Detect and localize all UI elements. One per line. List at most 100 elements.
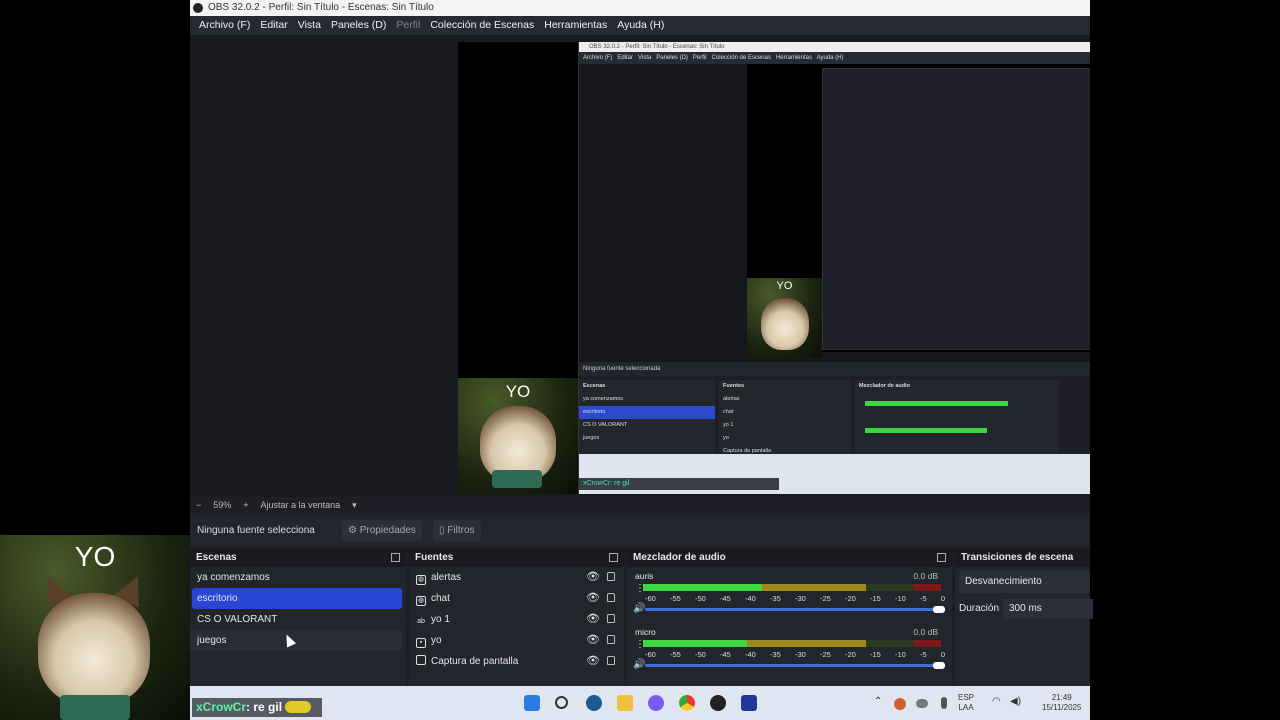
obs-icon[interactable] xyxy=(710,695,726,711)
meter-tick-label: -5 xyxy=(920,594,927,603)
source-item[interactable]: ◍ chat 👁 xyxy=(409,588,624,609)
source-item[interactable]: ab yo 1 👁 xyxy=(409,609,624,630)
lock-icon[interactable] xyxy=(607,593,615,602)
nested-title: OBS 32.0.2 - Perfil: Sin Título - Escena… xyxy=(579,42,1090,52)
lock-icon[interactable] xyxy=(607,614,615,623)
nested-menu: Archivo (F) Editar Vista Paneles (D) Per… xyxy=(579,52,1090,64)
wifi-icon[interactable]: ◠ xyxy=(992,697,1001,707)
speaker-icon[interactable]: 🔊 xyxy=(633,603,645,614)
meter-tick-label: -5 xyxy=(920,650,927,659)
sources-dock: Fuentes ◍ alertas 👁 ◍ chat 👁 ab yo 1 👁 ▪ yo 👁 Ca… xyxy=(409,549,624,689)
properties-button[interactable]: ⚙ Propiedades xyxy=(342,520,422,541)
meter-tick-label: -40 xyxy=(745,650,756,659)
meter-tick-label: -30 xyxy=(795,650,806,659)
windows-start-icon[interactable] xyxy=(524,695,540,711)
volume-slider[interactable] xyxy=(645,662,945,669)
window-title: OBS 32.0.2 - Perfil: Sin Título - Escena… xyxy=(190,0,1090,16)
scene-item[interactable]: ya comenzamos xyxy=(190,567,406,588)
menu-bar: Archivo (F) Editar Vista Paneles (D) Per… xyxy=(190,16,1090,35)
volume-meter xyxy=(643,584,941,591)
nested-inner-window xyxy=(822,68,1090,350)
cloud-icon[interactable] xyxy=(916,699,928,708)
eye-icon[interactable]: 👁 xyxy=(586,656,600,667)
duration-label: Duración xyxy=(959,603,1000,614)
zoom-in-button[interactable]: + xyxy=(237,497,254,514)
chevron-down-icon[interactable]: ▾ xyxy=(346,497,363,514)
chrome-icon[interactable] xyxy=(679,695,695,711)
nested-screen-capture: OBS 32.0.2 - Perfil: Sin Título - Escena… xyxy=(578,42,1090,494)
lock-icon[interactable] xyxy=(607,572,615,581)
dock-undock-icon[interactable] xyxy=(609,553,618,562)
meter-tick-label: -45 xyxy=(720,594,731,603)
source-item[interactable]: ◍ alertas 👁 xyxy=(409,567,624,588)
webcam-overlay: YO xyxy=(0,535,190,720)
eye-icon[interactable]: 👁 xyxy=(586,635,600,646)
menu-paneles[interactable]: Paneles (D) xyxy=(326,16,391,35)
scene-item[interactable]: CS O VALORANT xyxy=(190,609,406,630)
chat-username: xCrowCr xyxy=(196,700,247,714)
no-source-label: Ninguna fuente seleccionada xyxy=(197,525,315,536)
eye-icon[interactable]: 👁 xyxy=(586,593,600,604)
duration-input[interactable]: 300 ms xyxy=(1003,599,1093,619)
preview-toolbar: − 59% + Ajustar a la ventana ▾ xyxy=(190,497,1090,514)
volume-meter xyxy=(643,640,941,647)
speaker-icon[interactable]: ◀) xyxy=(1010,697,1021,707)
meter-ticks: -60 -55 -50 -45 -40 -35 -30 -25 -20 -15 -10 -5 0 xyxy=(645,650,945,659)
channel-name: auris xyxy=(635,571,654,581)
language-indicator[interactable]: ESP LAA xyxy=(958,693,974,713)
folder-icon[interactable] xyxy=(617,695,633,711)
preview-area[interactable]: YO OBS 32.0.2 - Perfil: Sin Título - Esc… xyxy=(190,35,1090,497)
fit-window-select[interactable]: Ajustar a la ventana xyxy=(255,497,347,514)
menu-herramientas[interactable]: Herramientas xyxy=(539,16,612,35)
microphone-icon[interactable] xyxy=(941,697,947,709)
image-icon: ▪ xyxy=(416,638,426,648)
steam-icon[interactable] xyxy=(586,695,602,711)
nested-webcam-2: YO xyxy=(747,278,822,358)
eye-icon[interactable]: 👁 xyxy=(586,614,600,625)
preview-cam-label: YO xyxy=(505,382,531,401)
lock-icon[interactable] xyxy=(607,635,615,644)
chevron-up-icon[interactable]: ⌃ xyxy=(874,697,882,707)
meter-tick-label: -55 xyxy=(670,594,681,603)
speaker-icon[interactable]: 🔊 xyxy=(633,659,645,670)
transitions-dock: Transiciones de escena Desvanecimiento D… xyxy=(955,549,1093,689)
discord-icon[interactable] xyxy=(648,695,664,711)
menu-editar[interactable]: Editar xyxy=(255,16,292,35)
lock-icon[interactable] xyxy=(607,656,615,665)
globe-icon: ◍ xyxy=(416,575,426,585)
meter-tick-label: 0 xyxy=(940,650,945,659)
volume-slider[interactable] xyxy=(645,606,945,613)
tray-icon[interactable] xyxy=(894,698,906,710)
menu-ayuda[interactable]: Ayuda (H) xyxy=(612,16,669,35)
globe-icon: ◍ xyxy=(416,596,426,606)
preview-canvas[interactable]: YO OBS 32.0.2 - Perfil: Sin Título - Esc… xyxy=(458,42,1090,494)
transition-select[interactable]: Desvanecimiento xyxy=(959,571,1090,593)
zoom-out-button[interactable]: − xyxy=(190,497,207,514)
filters-button[interactable]: ▯ Filtros xyxy=(433,520,481,541)
app-icon[interactable] xyxy=(741,695,757,711)
dock-undock-icon[interactable] xyxy=(937,553,946,562)
dock-undock-icon[interactable] xyxy=(391,553,400,562)
scene-item[interactable]: juegos xyxy=(190,630,402,651)
obs-logo-icon xyxy=(193,3,203,13)
menu-vista[interactable]: Vista xyxy=(293,16,326,35)
scenes-title: Escenas xyxy=(196,552,237,563)
source-item[interactable]: Captura de pantalla 👁 xyxy=(409,651,624,672)
meter-tick-label: -15 xyxy=(870,650,881,659)
meter-tick-label: -40 xyxy=(745,594,756,603)
clock[interactable]: 21:49 15/11/2025 xyxy=(1042,693,1081,713)
filter-icon: ▯ xyxy=(439,525,445,536)
meter-tick-label: -45 xyxy=(720,650,731,659)
menu-perfil[interactable]: Perfil xyxy=(391,16,425,35)
mixer-title: Mezclador de audio xyxy=(633,552,726,563)
mixer-channel-micro: micro 0.0 dB ⋮ -60 -55 -50 -45 -40 -35 -30 -25-… xyxy=(627,623,952,679)
channel-db: 0.0 dB xyxy=(913,627,938,637)
source-item[interactable]: ▪ yo 👁 xyxy=(409,630,624,651)
menu-coleccion[interactable]: Colección de Escenas xyxy=(425,16,539,35)
search-icon[interactable] xyxy=(555,696,568,709)
scene-item-selected[interactable]: escritorio xyxy=(192,588,402,609)
menu-archivo[interactable]: Archivo (F) xyxy=(194,16,255,35)
preview-webcam: YO xyxy=(458,378,578,494)
meter-tick-label: -25 xyxy=(820,650,831,659)
eye-icon[interactable]: 👁 xyxy=(586,572,600,583)
